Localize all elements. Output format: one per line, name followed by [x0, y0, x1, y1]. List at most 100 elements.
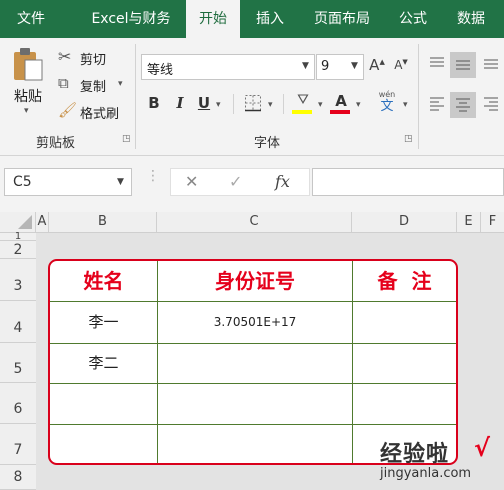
font-name-select[interactable]: 等线 ▼ — [141, 54, 315, 80]
column-header-c[interactable]: C — [157, 212, 352, 232]
align-right-button[interactable] — [480, 94, 502, 116]
align-middle-icon — [456, 60, 470, 70]
cell-name[interactable]: 李二 — [50, 344, 157, 383]
align-bottom-button[interactable] — [480, 54, 502, 76]
row-header-1[interactable]: 1 — [0, 232, 36, 242]
column-header-bar: A B C D E F — [0, 212, 504, 233]
borders-button[interactable] — [243, 94, 263, 114]
name-box-value: C5 — [13, 174, 32, 190]
cell-name[interactable]: 李一 — [50, 302, 157, 343]
font-size-value: 9 — [321, 59, 330, 74]
select-all-corner[interactable] — [0, 212, 36, 232]
font-color-dropdown-icon[interactable]: ▾ — [356, 100, 361, 110]
underline-button[interactable]: U — [196, 94, 212, 112]
cell-name[interactable] — [50, 425, 157, 463]
enter-icon[interactable]: ✓ — [229, 172, 242, 191]
column-header-e[interactable]: E — [457, 212, 481, 232]
column-header-d[interactable]: D — [352, 212, 457, 232]
data-table: 姓名 身份证号 备 注 李一 3.70501E+17 李二 — [48, 259, 458, 465]
fill-color-dropdown-icon[interactable]: ▾ — [318, 100, 323, 110]
tab-home[interactable]: 开始 — [186, 0, 240, 38]
cancel-icon[interactable]: ✕ — [185, 172, 198, 191]
paste-dropdown-icon[interactable]: ▾ — [24, 106, 29, 116]
group-divider — [135, 44, 136, 149]
pinyin-bottom: 文 — [380, 99, 394, 114]
paste-label: 粘贴 — [14, 89, 42, 105]
column-header-a[interactable]: A — [36, 212, 49, 232]
row-header-4[interactable]: 4 — [0, 301, 36, 343]
tab-data[interactable]: 数据 — [446, 0, 496, 38]
copy-button[interactable]: 复制 — [80, 76, 106, 95]
row-header-3[interactable]: 3 — [0, 259, 36, 301]
row-header-7[interactable]: 7 — [0, 424, 36, 465]
insert-function-button[interactable]: fx — [275, 172, 290, 191]
cell-remarks[interactable] — [353, 302, 456, 343]
align-bottom-icon — [484, 59, 498, 69]
tab-excel-finance[interactable]: Excel与财务 — [76, 0, 186, 38]
tab-page-layout[interactable]: 页面布局 — [300, 0, 384, 38]
italic-button[interactable]: I — [172, 94, 188, 112]
font-size-select[interactable]: 9 ▼ — [316, 54, 364, 80]
row-header-2[interactable]: 2 — [0, 241, 36, 259]
resize-handle-icon[interactable]: ⋮ — [146, 168, 160, 184]
ribbon-panel: 粘贴 ▾ ✂ 剪切 ⧉ 复制 ▾ 🖌 格式刷 剪贴板 ◳ 等线 ▼ 9 ▼ A▲… — [0, 38, 504, 156]
paste-icon — [14, 48, 43, 81]
watermark-text: 经验啦 — [380, 442, 450, 467]
name-box[interactable]: C5 ▼ — [4, 168, 132, 196]
fill-color-button[interactable]: ⛛ — [292, 92, 314, 116]
paste-button[interactable]: 粘贴 ▾ — [8, 46, 48, 116]
column-header-b[interactable]: B — [49, 212, 157, 232]
borders-icon — [245, 95, 261, 112]
align-middle-button[interactable] — [450, 52, 476, 78]
row-header-8[interactable]: 8 — [0, 465, 36, 490]
font-color-button[interactable]: A — [330, 92, 352, 116]
cell-name[interactable] — [50, 384, 157, 424]
cell-remarks[interactable] — [353, 344, 456, 383]
align-center-button[interactable] — [450, 92, 476, 118]
chevron-down-icon: ▼ — [117, 177, 124, 187]
font-launcher-icon[interactable]: ◳ — [404, 134, 413, 144]
cell-remarks[interactable] — [353, 384, 456, 424]
formula-input[interactable] — [312, 168, 504, 196]
cell-id-number[interactable] — [158, 384, 352, 424]
header-name[interactable]: 姓名 — [50, 261, 157, 301]
clipboard-launcher-icon[interactable]: ◳ — [122, 134, 131, 144]
row-header-5[interactable]: 5 — [0, 343, 36, 383]
format-painter-icon: 🖌 — [58, 101, 78, 119]
paint-bucket-icon: ⛛ — [297, 92, 309, 108]
font-color-swatch — [330, 110, 350, 114]
phonetic-button[interactable]: wén 文 — [375, 90, 399, 118]
cell-id-number[interactable] — [158, 425, 352, 463]
grow-font-button[interactable]: A▲ — [368, 56, 386, 78]
copy-dropdown-icon[interactable]: ▾ — [118, 79, 123, 89]
formula-bar: C5 ▼ ⋮ ✕ ✓ fx — [0, 156, 504, 212]
borders-dropdown-icon[interactable]: ▾ — [268, 100, 273, 110]
underline-dropdown-icon[interactable]: ▾ — [216, 100, 221, 110]
chevron-down-icon: ▼ — [302, 61, 309, 71]
row-header-6[interactable]: 6 — [0, 383, 36, 424]
header-id-number[interactable]: 身份证号 — [158, 261, 352, 301]
formula-buttons: ✕ ✓ fx — [170, 168, 310, 196]
font-name-value: 等线 — [147, 63, 174, 78]
tab-file[interactable]: 文件 — [6, 0, 56, 38]
bold-button[interactable]: B — [146, 94, 162, 112]
align-top-icon — [430, 57, 444, 67]
font-color-icon: A — [335, 92, 347, 110]
tab-formulas[interactable]: 公式 — [388, 0, 438, 38]
phonetic-dropdown-icon[interactable]: ▾ — [403, 100, 408, 110]
clipboard-group-label: 剪贴板 — [36, 136, 76, 151]
tab-insert[interactable]: 插入 — [244, 0, 296, 38]
select-all-icon — [18, 215, 32, 229]
cell-id-number[interactable] — [158, 344, 352, 383]
header-remarks[interactable]: 备 注 — [353, 261, 456, 301]
copy-icon: ⧉ — [58, 74, 69, 92]
divider — [283, 94, 284, 114]
column-header-f[interactable]: F — [481, 212, 504, 232]
fill-color-swatch — [292, 110, 312, 114]
cut-button[interactable]: 剪切 — [80, 49, 106, 68]
align-top-button[interactable] — [426, 54, 448, 76]
align-left-button[interactable] — [426, 94, 448, 116]
cell-id-number[interactable]: 3.70501E+17 — [158, 302, 352, 343]
shrink-font-button[interactable]: A▼ — [392, 58, 410, 78]
format-painter-button[interactable]: 格式刷 — [80, 103, 119, 122]
